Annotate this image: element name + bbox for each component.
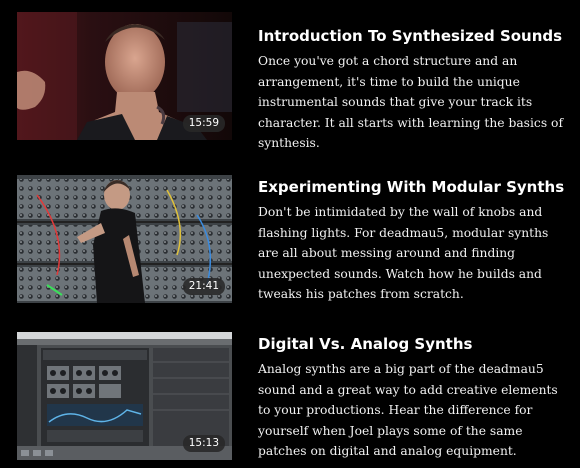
video-duration: 21:41 (182, 278, 225, 295)
video-duration: 15:13 (182, 435, 225, 452)
lesson-title[interactable]: Digital Vs. Analog Synths (258, 334, 570, 354)
lesson-info: Introduction To Synthesized Sounds Once … (258, 26, 570, 154)
video-thumbnail[interactable]: 21:41 (17, 175, 232, 303)
lesson-title[interactable]: Experimenting With Modular Synths (258, 177, 570, 197)
lesson-description: Once you've got a chord structure and an… (258, 54, 563, 150)
video-duration: 15:59 (182, 115, 225, 132)
lesson-info: Experimenting With Modular Synths Don't … (258, 177, 570, 305)
lesson-info: Digital Vs. Analog Synths Analog synths … (258, 334, 570, 462)
video-thumbnail[interactable]: 15:59 (17, 12, 232, 140)
lesson-title[interactable]: Introduction To Synthesized Sounds (258, 26, 570, 46)
lesson-description: Analog synths are a big part of the dead… (258, 362, 558, 458)
lesson-description: Don't be intimidated by the wall of knob… (258, 205, 549, 301)
video-thumbnail[interactable]: 15:13 (17, 332, 232, 460)
